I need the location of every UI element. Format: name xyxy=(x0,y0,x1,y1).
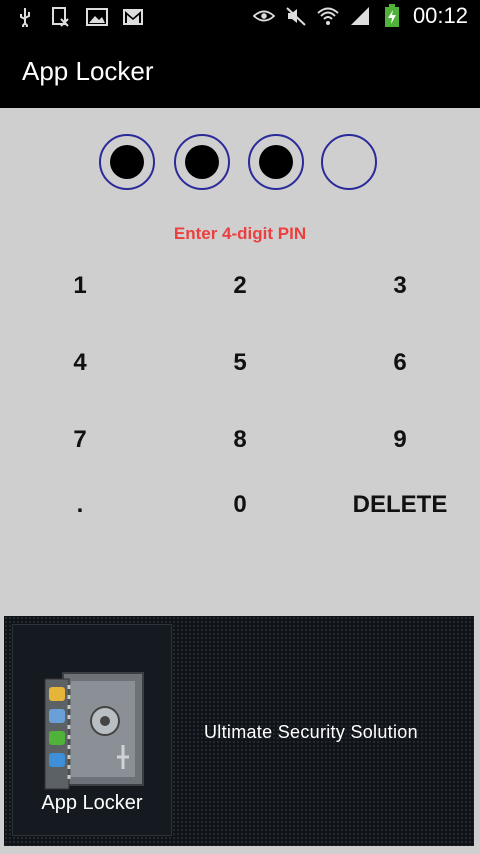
pin-dot-4 xyxy=(321,134,377,190)
system-icons: 00:12 xyxy=(252,3,468,29)
key-8[interactable]: 8 xyxy=(175,412,305,468)
clock: 00:12 xyxy=(412,3,468,28)
mute-icon xyxy=(285,5,307,27)
wifi-icon xyxy=(317,5,339,27)
app-title: App Locker xyxy=(22,56,154,86)
key-9[interactable]: 9 xyxy=(335,412,465,468)
key-4[interactable]: 4 xyxy=(15,335,145,391)
safe-icon xyxy=(44,672,144,790)
pin-dot-fill xyxy=(259,145,293,179)
pin-dot-2 xyxy=(174,134,230,190)
notification-icons xyxy=(14,6,144,28)
pin-indicator xyxy=(0,134,480,194)
key-dot[interactable]: . xyxy=(15,477,145,533)
banner-tagline: Ultimate Security Solution xyxy=(204,722,418,742)
pin-dot-fill xyxy=(110,145,144,179)
pin-dot-fill xyxy=(185,145,219,179)
promo-banner[interactable]: App Locker Ultimate Security Solution xyxy=(4,616,474,846)
image-icon xyxy=(86,6,108,28)
logo-label: App Locker xyxy=(41,792,143,814)
app-logo: App Locker xyxy=(12,624,172,836)
document-x-icon xyxy=(50,6,72,28)
usb-icon xyxy=(14,6,36,28)
gmail-icon xyxy=(122,6,144,28)
battery-charging-icon xyxy=(381,4,403,27)
status-bar: 00:12 xyxy=(0,0,480,34)
action-bar: App Locker xyxy=(0,34,480,108)
key-7[interactable]: 7 xyxy=(15,412,145,468)
key-5[interactable]: 5 xyxy=(175,335,305,391)
key-2[interactable]: 2 xyxy=(175,258,305,314)
key-6[interactable]: 6 xyxy=(335,335,465,391)
eye-icon xyxy=(252,5,275,27)
pin-dot-1 xyxy=(99,134,155,190)
key-0[interactable]: 0 xyxy=(175,477,305,533)
signal-icon xyxy=(349,5,371,27)
pin-dot-3 xyxy=(248,134,304,190)
key-3[interactable]: 3 xyxy=(335,258,465,314)
key-1[interactable]: 1 xyxy=(15,258,145,314)
delete-button[interactable]: DELETE xyxy=(335,477,465,533)
pin-prompt: Enter 4-digit PIN xyxy=(173,224,307,243)
